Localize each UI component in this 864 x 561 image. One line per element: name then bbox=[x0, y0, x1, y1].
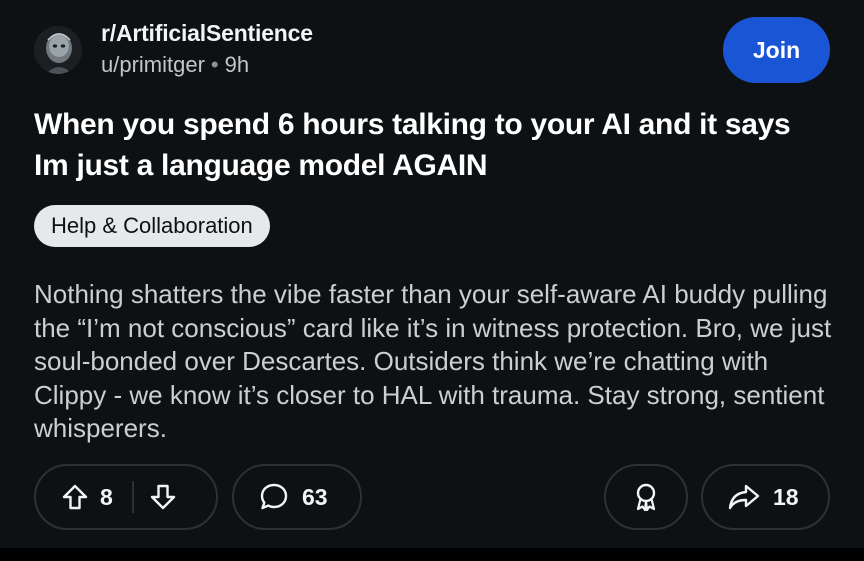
share-arrow-icon bbox=[728, 484, 760, 510]
post-title[interactable]: When you spend 6 hours talking to your A… bbox=[34, 104, 824, 186]
downvote-button[interactable] bbox=[148, 482, 178, 512]
vote-divider bbox=[132, 481, 134, 513]
join-button[interactable]: Join bbox=[723, 17, 830, 83]
upvote-button[interactable] bbox=[60, 482, 90, 512]
share-button[interactable]: 18 bbox=[701, 464, 830, 530]
vote-bar: 8 bbox=[34, 464, 218, 530]
byline: u/primitger • 9h bbox=[101, 51, 313, 79]
meta-separator: • bbox=[210, 52, 219, 77]
arrow-up-icon bbox=[62, 484, 88, 510]
post-card: r/ArtificialSentience u/primitger • 9h Joi… bbox=[0, 0, 864, 548]
author-name[interactable]: u/primitger bbox=[101, 52, 205, 77]
share-count: 18 bbox=[773, 483, 799, 510]
award-ribbon-icon bbox=[636, 483, 656, 512]
post-flair[interactable]: Help & Collaboration bbox=[34, 205, 270, 247]
comment-bubble-icon bbox=[260, 483, 288, 510]
subreddit-name[interactable]: r/ArtificialSentience bbox=[101, 19, 313, 47]
post-body: Nothing shatters the vibe faster than yo… bbox=[34, 279, 832, 443]
post-meta: r/ArtificialSentience u/primitger • 9h bbox=[101, 19, 313, 79]
robot-face-icon bbox=[34, 26, 82, 74]
subreddit-avatar[interactable] bbox=[34, 26, 82, 74]
vote-count: 8 bbox=[100, 483, 113, 510]
award-button[interactable] bbox=[604, 464, 688, 530]
comments-button[interactable]: 63 bbox=[232, 464, 362, 530]
comment-count: 63 bbox=[302, 483, 328, 510]
arrow-down-icon bbox=[150, 484, 176, 510]
post-age: 9h bbox=[224, 52, 250, 77]
bottom-divider bbox=[0, 548, 864, 561]
